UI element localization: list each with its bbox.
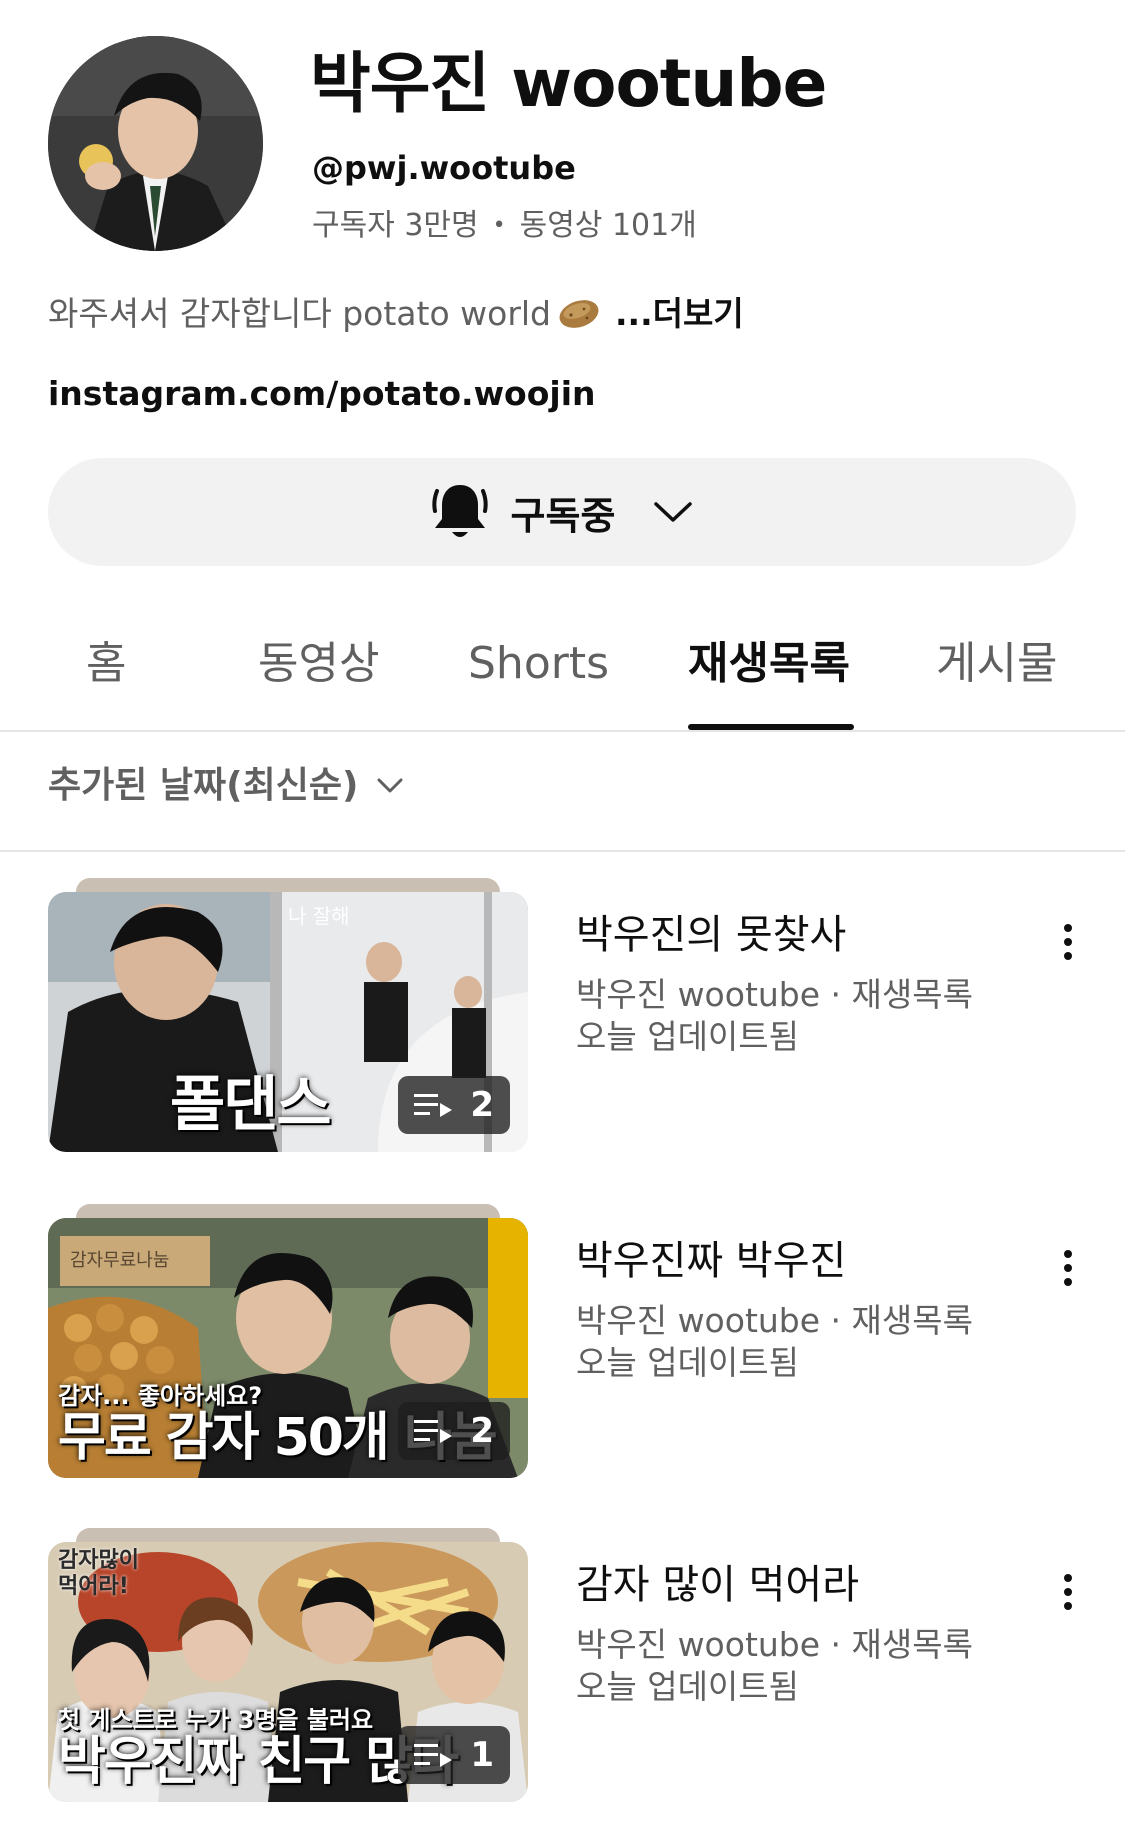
chevron-down-icon [654, 502, 693, 522]
avatar-image [48, 36, 263, 251]
subscriber-count: 구독자 3만명 [312, 208, 479, 243]
playlist-meta: 박우진 wootube · 재생목록 [576, 1301, 973, 1340]
video-count-badge: 2 [398, 1076, 510, 1134]
playlist-title[interactable]: 감자 많이 먹어라 [576, 1558, 859, 1612]
thumbnail-caption-small: 첫 게스트로 누가 3명을 불러요 [58, 1706, 374, 1734]
video-count-badge: 1 [398, 1726, 510, 1784]
playlist-meta: 박우진 wootube · 재생목록 [576, 1625, 973, 1664]
playlist-updated: 오늘 업데이트됨 [576, 1667, 800, 1706]
playlist-icon [414, 1420, 453, 1443]
playlist-updated: 오늘 업데이트됨 [576, 1343, 800, 1382]
playlist-item[interactable]: 감자무료나눔 감자... 좋아하세요? 무료 감자 50개 나눔 2 박우진짜 … [0, 1204, 1125, 1504]
channel-stats: 구독자 3만명 • 동영상 101개 [312, 206, 697, 246]
thumbnail-caption-big: 박우진짜 친구 많다 [58, 1732, 459, 1792]
playlist-title[interactable]: 박우진짜 박우진 [576, 1234, 846, 1288]
video-count-badge: 2 [398, 1402, 510, 1460]
video-count: 2 [470, 1411, 494, 1451]
sort-label: 추가된 날짜(최신순) [48, 765, 359, 806]
channel-name: 박우진 wootube [310, 45, 827, 122]
playlist-item[interactable]: 감자많이 먹어라! 첫 게스트로 누가 3명을 불러요 박우진짜 친구 많다 1… [0, 1528, 1125, 1828]
description-text: 와주셔서 감자합니다 potato world [48, 294, 551, 333]
chevron-down-icon [377, 778, 403, 793]
bell-icon [431, 485, 488, 537]
thumbnail-caption: 폴댄스 [170, 1070, 332, 1140]
channel-tabs: 홈 동영상 Shorts 재생목록 게시물 [0, 620, 1125, 732]
more-link[interactable]: ...더보기 [615, 292, 744, 336]
playlist-icon [414, 1744, 453, 1767]
tab-videos[interactable]: 동영상 [258, 634, 379, 694]
tab-posts[interactable]: 게시물 [936, 634, 1057, 694]
subscribed-button[interactable]: 구독중 [48, 458, 1076, 566]
playlist-thumbnail[interactable]: 나 잘해 폴댄스 2 [48, 892, 528, 1152]
thumbnail-caption: 첫 게스트로 누가 3명을 불러요 박우진짜 친구 많다 [58, 1706, 459, 1792]
tab-home[interactable]: 홈 [86, 634, 126, 694]
thumbnail-caption-big: 폴댄스 [170, 1070, 332, 1140]
video-count: 1 [470, 1735, 494, 1775]
channel-link[interactable]: instagram.com/potato.woojin [48, 372, 596, 416]
thumbnail-tag: 감자많이 먹어라! [58, 1548, 139, 1599]
video-count: 2 [470, 1085, 494, 1125]
stats-separator: • [492, 213, 506, 238]
video-count: 동영상 101개 [519, 208, 697, 243]
more-vert-icon [1064, 924, 1072, 960]
playlist-thumbnail[interactable]: 감자무료나눔 감자... 좋아하세요? 무료 감자 50개 나눔 2 [48, 1218, 528, 1478]
more-options-button[interactable] [1048, 1568, 1088, 1616]
playlist-updated: 오늘 업데이트됨 [576, 1017, 800, 1056]
active-tab-indicator [688, 724, 854, 730]
potato-icon [559, 300, 599, 328]
thumbnail-tag: 나 잘해 [288, 904, 350, 928]
more-vert-icon [1064, 1250, 1072, 1286]
sort-dropdown[interactable]: 추가된 날짜(최신순) [48, 762, 404, 810]
tab-shorts[interactable]: Shorts [468, 634, 609, 694]
divider [0, 850, 1125, 852]
playlist-item[interactable]: 나 잘해 폴댄스 2 박우진의 못찾사 박우진 wootube · 재생목록 오… [0, 878, 1125, 1178]
more-options-button[interactable] [1048, 1244, 1088, 1292]
channel-description[interactable]: 와주셔서 감자합니다 potato world ...더보기 [48, 292, 744, 336]
subscribe-label: 구독중 [510, 493, 616, 538]
channel-avatar[interactable] [48, 36, 263, 251]
playlist-thumbnail[interactable]: 감자많이 먹어라! 첫 게스트로 누가 3명을 불러요 박우진짜 친구 많다 1 [48, 1542, 528, 1802]
more-vert-icon [1064, 1574, 1072, 1610]
more-options-button[interactable] [1048, 918, 1088, 966]
thumbnail-sign: 감자무료나눔 [70, 1250, 170, 1271]
channel-handle: @pwj.wootube [312, 149, 576, 187]
playlist-meta: 박우진 wootube · 재생목록 [576, 975, 973, 1014]
tab-playlists[interactable]: 재생목록 [688, 634, 850, 694]
playlist-title[interactable]: 박우진의 못찾사 [576, 908, 846, 962]
playlist-icon [414, 1094, 453, 1117]
